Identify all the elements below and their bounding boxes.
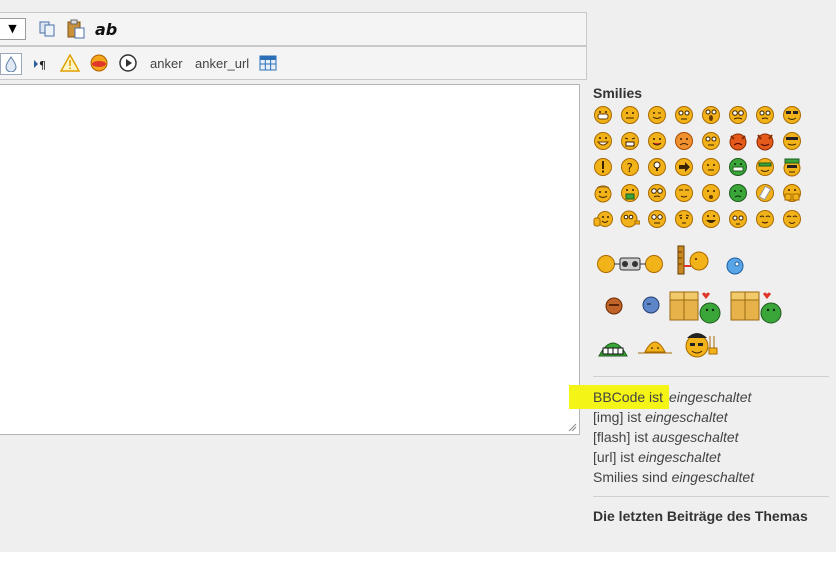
toolbar-row-1: ▼ ab: [0, 12, 587, 46]
smiley-icon[interactable]: [755, 209, 775, 229]
box-love-smiley-icon[interactable]: [668, 288, 724, 326]
green-smiley-icon[interactable]: [728, 157, 748, 177]
img-status-label: [img] ist: [593, 409, 646, 425]
blue-wink-smiley-icon[interactable]: [640, 294, 662, 316]
smiley-icon[interactable]: [620, 105, 640, 125]
green-smiley-icon[interactable]: [728, 183, 748, 203]
img-status-value: eingeschaltet: [645, 409, 728, 425]
smiley-icon[interactable]: [593, 105, 613, 125]
svg-text:?: ?: [627, 161, 633, 175]
img-status: [img] ist eingeschaltet: [593, 409, 728, 425]
smiley-icon[interactable]: [782, 209, 802, 229]
flash-status-label: [flash] ist: [593, 429, 653, 445]
exclamation-smiley-icon[interactable]: [593, 157, 613, 177]
smiley-icon[interactable]: [782, 105, 802, 125]
play-icon[interactable]: [117, 52, 139, 74]
smiley-icon[interactable]: [647, 209, 667, 229]
smiley-icon[interactable]: [782, 131, 802, 151]
bbcode-status-value: eingeschaltet: [668, 389, 752, 405]
url-status: [url] ist eingeschaltet: [593, 449, 721, 465]
smiley-icon[interactable]: [674, 131, 694, 151]
smiley-icon[interactable]: [782, 157, 802, 177]
green-hiding-smiley-icon[interactable]: [597, 334, 629, 358]
divider: [593, 496, 829, 497]
font-size-dropdown[interactable]: ▼: [0, 18, 26, 40]
footer-strip: [0, 552, 836, 563]
brown-smiley-icon[interactable]: [603, 296, 625, 316]
bbcode-status: BBCode ist eingeschaltet: [569, 385, 752, 409]
smiley-icon[interactable]: [782, 183, 802, 203]
smiley-icon[interactable]: [701, 183, 721, 203]
smilies-status-value: eingeschaltet: [671, 469, 755, 485]
smiley-icon[interactable]: [755, 183, 775, 203]
strikethrough-ab-button[interactable]: ab: [95, 20, 117, 39]
smiley-icon[interactable]: [620, 183, 640, 203]
paragraph-icon[interactable]: ¶: [31, 53, 53, 75]
anker-url-button[interactable]: anker_url: [195, 56, 249, 71]
smiley-icon[interactable]: [701, 131, 721, 151]
rock-hand-smiley-icon[interactable]: [683, 328, 719, 362]
thumbs-up-smiley-icon[interactable]: [593, 209, 613, 229]
message-textarea[interactable]: [0, 84, 580, 435]
bbcode-status-label: BBCode ist: [569, 385, 669, 409]
last-posts-title[interactable]: Die letzten Beiträge des Themas: [593, 508, 808, 524]
smiley-icon[interactable]: [701, 105, 721, 125]
color-drop-icon[interactable]: [0, 53, 22, 75]
url-status-label: [url] ist: [593, 449, 639, 465]
copy-icon[interactable]: [36, 18, 58, 40]
idea-smiley-icon[interactable]: [647, 157, 667, 177]
smilies-title: Smilies: [593, 85, 643, 101]
smiley-icon[interactable]: [728, 105, 748, 125]
smilies-status-label: Smilies sind: [593, 469, 672, 485]
anker-button[interactable]: anker: [150, 56, 183, 71]
smiley-icon[interactable]: [593, 131, 613, 151]
smilies-grid: ?: [593, 105, 833, 235]
table-icon[interactable]: [257, 52, 279, 74]
url-status-value: eingeschaltet: [638, 449, 721, 465]
smiley-icon[interactable]: [620, 209, 640, 229]
paste-icon[interactable]: [65, 18, 87, 40]
smiley-icon[interactable]: [674, 183, 694, 203]
svg-text:¶: ¶: [39, 59, 46, 71]
smiley-icon[interactable]: [755, 105, 775, 125]
smiley-icon[interactable]: [728, 131, 748, 151]
smiley-icon[interactable]: [755, 131, 775, 151]
binoculars-smiley-icon[interactable]: [596, 252, 664, 276]
smiley-icon[interactable]: [701, 157, 721, 177]
smiley-icon[interactable]: [701, 209, 721, 229]
smiley-icon[interactable]: [674, 105, 694, 125]
smiley-icon[interactable]: [674, 209, 694, 229]
box-love-smiley-icon[interactable]: [729, 288, 785, 326]
melting-smiley-icon[interactable]: [637, 338, 673, 356]
smiley-icon[interactable]: [728, 209, 748, 229]
blue-smiley-icon[interactable]: [724, 256, 746, 276]
smiley-icon[interactable]: [647, 183, 667, 203]
toolbar-row-2: ¶ anker anker_url: [0, 46, 587, 80]
resize-handle-icon[interactable]: [568, 423, 577, 432]
divider: [593, 376, 829, 377]
ruler-smiley-icon[interactable]: [675, 244, 711, 276]
smiley-icon[interactable]: [620, 131, 640, 151]
smiley-icon[interactable]: [647, 105, 667, 125]
smiley-icon[interactable]: [593, 183, 613, 203]
warning-icon[interactable]: [59, 52, 81, 74]
smilies-status: Smilies sind eingeschaltet: [593, 469, 754, 485]
smiley-icon[interactable]: [647, 131, 667, 151]
flash-status: [flash] ist ausgeschaltet: [593, 429, 739, 445]
question-smiley-icon[interactable]: ?: [620, 157, 640, 177]
flash-status-value: ausgeschaltet: [652, 429, 739, 445]
speech-bubble-icon[interactable]: [88, 52, 110, 74]
chevron-down-icon: ▼: [8, 22, 17, 35]
arrow-smiley-icon[interactable]: [674, 157, 694, 177]
smiley-icon[interactable]: [755, 157, 775, 177]
